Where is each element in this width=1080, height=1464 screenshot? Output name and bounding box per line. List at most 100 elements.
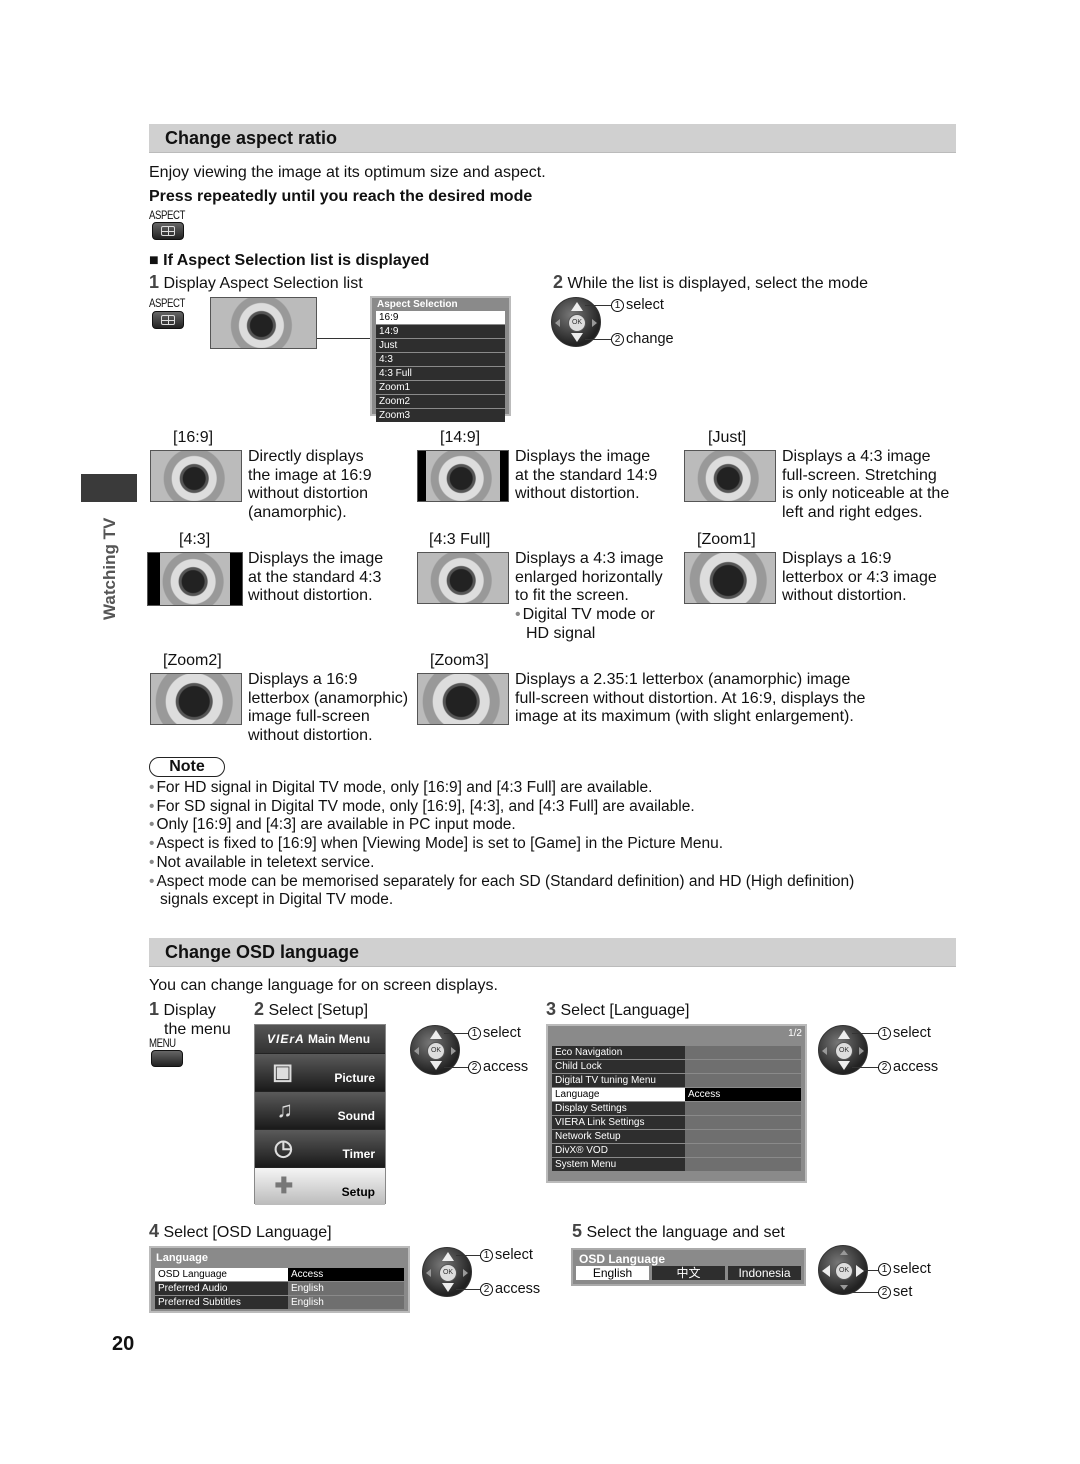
section-side-label: Watching TV [100, 517, 119, 620]
mode-label: [Just] [708, 429, 747, 446]
arrow-right-icon[interactable] [859, 1047, 864, 1055]
language-option[interactable]: Indonesia [728, 1266, 801, 1280]
arrow-left-icon[interactable] [555, 319, 560, 327]
arrow-down-icon[interactable] [430, 1061, 442, 1070]
aspect-icon [161, 226, 175, 236]
main-menu-item-picture[interactable]: ▣ Picture [255, 1054, 385, 1091]
language-menu-item[interactable]: Preferred Audio English [155, 1282, 404, 1295]
main-menu-item-setup[interactable]: ✚ Setup [255, 1168, 385, 1205]
aspect-selection-menu: Aspect Selection 16:9 14:9 Just 4:3 4:3 … [370, 296, 511, 422]
aspect-option[interactable]: Just [376, 339, 505, 352]
ok-button[interactable]: OK [835, 1262, 853, 1280]
aspect-step-2: 2 While the list is displayed, select th… [553, 272, 869, 293]
main-menu-header: VIErA Main Menu [255, 1025, 385, 1053]
ok-button[interactable]: OK [835, 1042, 853, 1060]
note-item-continued: signals except in Digital TV mode. [160, 891, 394, 909]
arrow-left-icon[interactable] [822, 1265, 830, 1277]
aspect-option[interactable]: Zoom2 [376, 395, 505, 408]
callout-line [444, 1033, 468, 1034]
tv-screen-preview-image [210, 297, 317, 349]
arrow-down-icon[interactable] [571, 333, 583, 342]
aspect-selection-title: Aspect Selection [377, 299, 458, 310]
arrow-down-icon[interactable] [442, 1283, 454, 1292]
arrow-right-icon[interactable] [856, 1265, 864, 1277]
setup-menu-item[interactable]: Eco Navigation [552, 1046, 801, 1059]
setup-menu-item[interactable]: Child Lock [552, 1060, 801, 1073]
arrow-up-icon[interactable] [571, 302, 583, 311]
section-header-aspect: Change aspect ratio [149, 124, 956, 153]
mode-label: [4:3] [179, 531, 211, 548]
callout-access: 2 access [878, 1059, 938, 1075]
mode-preview-image [417, 450, 509, 502]
aspect-step-1: 1 Display Aspect Selection list [149, 272, 363, 293]
main-menu-item-sound[interactable]: ♫ Sound [255, 1092, 385, 1129]
callout-line [852, 1033, 878, 1034]
arrow-left-icon[interactable] [414, 1047, 419, 1055]
callout-line [456, 1289, 480, 1290]
connector-line [317, 338, 373, 339]
callout-line [456, 1255, 480, 1256]
callout-select: 1 select [611, 297, 664, 313]
list-heading: ■ If Aspect Selection list is displayed [149, 252, 430, 269]
osd-intro: You can change language for on screen di… [149, 977, 498, 994]
aspect-button[interactable] [152, 222, 184, 240]
arrow-left-icon[interactable] [822, 1047, 827, 1055]
osd-step-2: 2 Select [Setup] [254, 999, 369, 1020]
mode-description: Displays a 16:9 letterbox (anamorphic) ima… [248, 671, 409, 745]
arrow-right-icon[interactable] [451, 1047, 456, 1055]
mode-label: [Zoom3] [430, 652, 489, 669]
aspect-button-2[interactable] [152, 311, 184, 329]
setup-menu-item[interactable]: Display Settings [552, 1102, 801, 1115]
language-menu-item[interactable]: OSD Language Access [155, 1268, 404, 1281]
arrow-left-icon[interactable] [426, 1269, 431, 1277]
main-menu-item-timer[interactable]: ◷ Timer [255, 1130, 385, 1167]
setup-menu-item[interactable]: Digital TV tuning Menu [552, 1074, 801, 1087]
setup-menu-item[interactable]: Network Setup [552, 1130, 801, 1143]
ok-button[interactable]: OK [568, 314, 586, 332]
language-option[interactable]: 中文 [652, 1266, 725, 1280]
aspect-option[interactable]: 4:3 [376, 353, 505, 366]
note-item: Not available in teletext service. [149, 854, 969, 873]
arrow-up-icon[interactable] [838, 1030, 850, 1039]
osd-step-5: 5 Select the language and set [572, 1221, 785, 1242]
mode-label: [4:3 Full] [429, 531, 491, 548]
aspect-option[interactable]: Zoom3 [376, 409, 505, 422]
menu-button[interactable] [151, 1050, 183, 1067]
mode-label: [Zoom1] [697, 531, 756, 548]
aspect-option[interactable]: Zoom1 [376, 381, 505, 394]
arrow-right-icon[interactable] [592, 319, 597, 327]
setup-menu-item[interactable]: VIERA Link Settings [552, 1116, 801, 1129]
mode-description: Displays a 4:3 image enlarged horizontall… [515, 550, 664, 644]
aspect-option[interactable]: 16:9 [376, 311, 505, 324]
arrow-down-icon[interactable] [840, 1285, 848, 1290]
ok-button[interactable]: OK [439, 1264, 457, 1282]
language-option[interactable]: English [576, 1266, 649, 1280]
section-title: Change OSD language [165, 942, 360, 962]
callout-line [585, 339, 611, 340]
callout-access: 2 access [480, 1281, 540, 1297]
setup-menu-item[interactable]: Language Access [552, 1088, 801, 1101]
square-bullet-icon: ■ [149, 252, 159, 269]
arrow-up-icon[interactable] [840, 1250, 848, 1255]
mode-label: [14:9] [440, 429, 481, 446]
aspect-option[interactable]: 14:9 [376, 325, 505, 338]
ok-button[interactable]: OK [427, 1042, 445, 1060]
arrow-down-icon[interactable] [838, 1061, 850, 1070]
remote-dpad[interactable]: OK [818, 1245, 868, 1295]
setup-menu-item[interactable]: System Menu [552, 1158, 801, 1171]
callout-select: 1 select [468, 1025, 521, 1041]
language-menu-item[interactable]: Preferred Subtitles English [155, 1296, 404, 1309]
aspect-option[interactable]: 4:3 Full [376, 367, 505, 380]
arrow-right-icon[interactable] [463, 1269, 468, 1277]
mode-preview-image [417, 673, 509, 725]
mode-label: [Zoom2] [163, 652, 222, 669]
setup-menu-item[interactable]: DivX® VOD [552, 1144, 801, 1157]
mode-description: Displays a 2.35:1 letterbox (anamorphic)… [515, 671, 866, 726]
callout-line [864, 1270, 878, 1271]
side-tab-marker [81, 474, 137, 502]
section-title: Change aspect ratio [165, 128, 338, 148]
mode-preview-image [684, 552, 776, 604]
arrow-up-icon[interactable] [430, 1030, 442, 1039]
page-number: 20 [112, 1333, 135, 1355]
arrow-up-icon[interactable] [442, 1252, 454, 1261]
